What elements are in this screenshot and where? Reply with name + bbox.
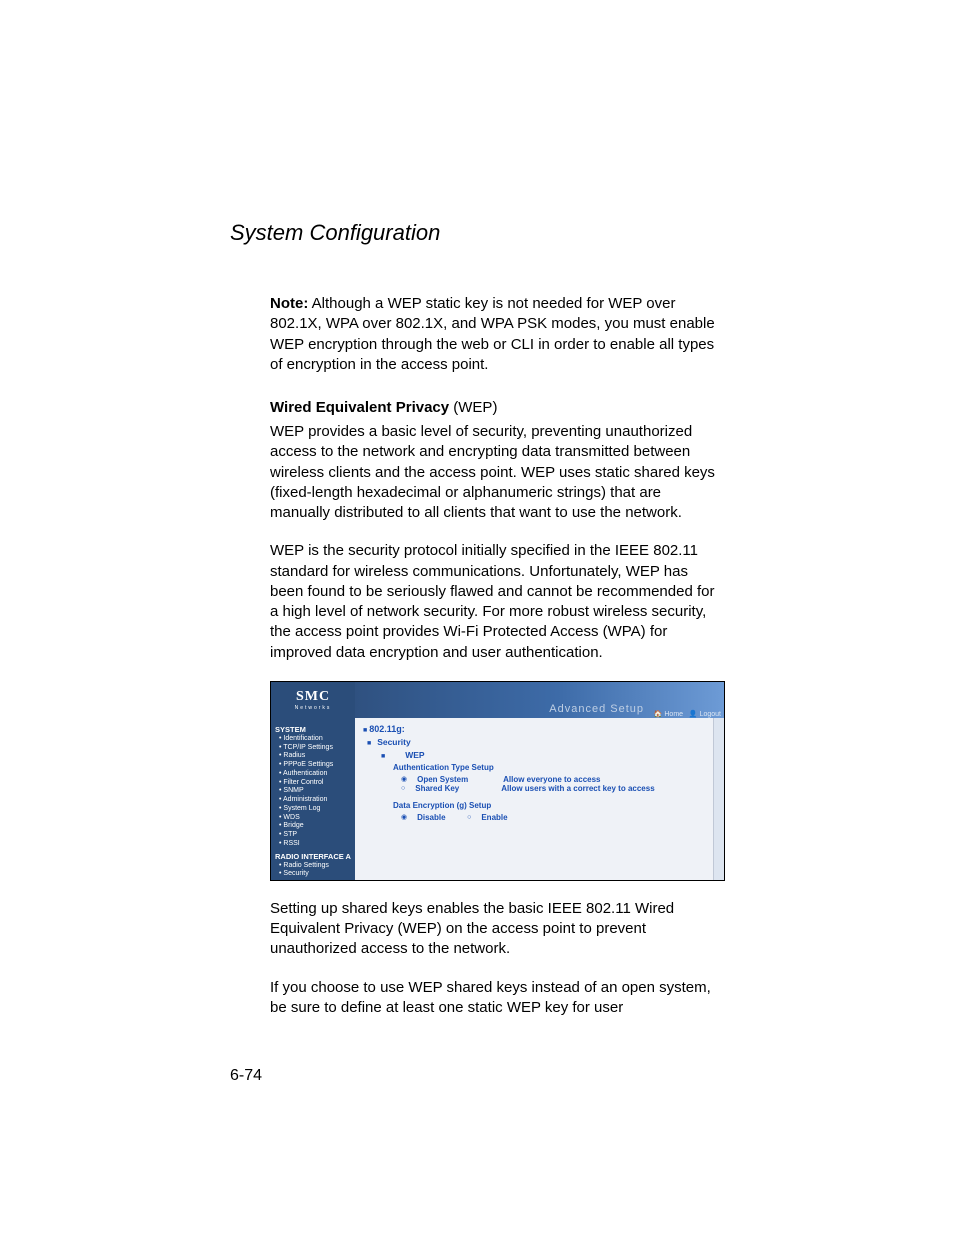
sidebar-item-rssi[interactable]: • RSSI: [279, 840, 355, 849]
router-header: SMC Networks Advanced Setup 🏠 Home 👤 Log…: [271, 682, 724, 718]
router-tabs: 🏠 Home 👤 Logout: [654, 710, 721, 718]
paragraph-1: WEP provides a basic level of security, …: [270, 422, 724, 523]
disable-label: Disable: [417, 813, 457, 822]
sidebar-item-wds[interactable]: • WDS: [279, 814, 355, 823]
logout-tab[interactable]: 👤 Logout: [689, 711, 721, 718]
logo-main: SMC: [296, 689, 330, 705]
sidebar-item-security[interactable]: • Security: [279, 870, 355, 879]
page-number: 6-74: [230, 1067, 262, 1085]
router-body: SYSTEM • Identification • TCP/IP Setting…: [271, 718, 724, 880]
shared-key-row: ○ Shared Key Allow users with a correct …: [401, 784, 716, 793]
data-encryption-hdr: Data Encryption (g) Setup: [393, 801, 716, 810]
shared-key-desc: Allow users with a correct key to access: [501, 784, 654, 793]
shared-key-radio[interactable]: ○: [401, 785, 405, 792]
router-main: ■ 802.11g: ■ Security ■ WEP Authenticati…: [355, 718, 724, 880]
shared-key-label: Shared Key: [415, 784, 491, 793]
sidebar-item-syslog[interactable]: • System Log: [279, 805, 355, 814]
open-system-label: Open System: [417, 775, 493, 784]
auth-type-hdr: Authentication Type Setup: [393, 763, 716, 772]
sidebar-item-filter[interactable]: • Filter Control: [279, 779, 355, 788]
sidebar-item-stp[interactable]: • STP: [279, 831, 355, 840]
enable-label: Enable: [481, 813, 557, 822]
logo-sub: Networks: [295, 705, 332, 711]
open-system-radio[interactable]: ◉: [401, 775, 407, 783]
router-screenshot: SMC Networks Advanced Setup 🏠 Home 👤 Log…: [270, 681, 725, 881]
router-logo: SMC Networks: [271, 682, 355, 718]
wep-heading-rest: (WEP): [449, 399, 497, 416]
note-label: Note:: [270, 295, 308, 312]
main-wep: WEP: [405, 750, 424, 760]
home-tab[interactable]: 🏠 Home: [654, 711, 683, 718]
sidebar-item-admin[interactable]: • Administration: [279, 796, 355, 805]
sidebar-item-bridge[interactable]: • Bridge: [279, 822, 355, 831]
main-security: Security: [377, 737, 411, 747]
sidebar-system-hdr: SYSTEM: [275, 725, 355, 734]
sidebar-item-pppoe[interactable]: • PPPoE Settings: [279, 761, 355, 770]
wep-heading: Wired Equivalent Privacy (WEP): [270, 399, 724, 416]
sidebar-radio-hdr: RADIO INTERFACE A: [275, 852, 355, 861]
router-banner: Advanced Setup 🏠 Home 👤 Logout: [355, 682, 724, 718]
enable-radio[interactable]: ○: [467, 814, 471, 821]
paragraph-4: If you choose to use WEP shared keys ins…: [270, 978, 724, 1019]
main-802: 802.11g:: [369, 724, 405, 734]
banner-title: Advanced Setup: [549, 703, 644, 715]
router-sidebar: SYSTEM • Identification • TCP/IP Setting…: [271, 718, 355, 880]
open-system-desc: Allow everyone to access: [503, 775, 600, 784]
enc-row: ◉ Disable ○ Enable: [401, 813, 716, 822]
section-title: System Configuration: [230, 220, 724, 246]
disable-radio[interactable]: ◉: [401, 813, 407, 821]
note-block: Note: Although a WEP static key is not n…: [270, 294, 724, 375]
wep-heading-strong: Wired Equivalent Privacy: [270, 399, 449, 416]
scrollbar[interactable]: [713, 718, 724, 880]
sidebar-item-radio-settings[interactable]: • Radio Settings: [279, 862, 355, 871]
paragraph-2: WEP is the security protocol initially s…: [270, 541, 724, 663]
sidebar-item-snmp[interactable]: • SNMP: [279, 787, 355, 796]
sidebar-item-auth[interactable]: • Authentication: [279, 770, 355, 779]
sidebar-item-tcpip[interactable]: • TCP/IP Settings: [279, 744, 355, 753]
open-system-row: ◉ Open System Allow everyone to access: [401, 775, 716, 784]
note-text: Although a WEP static key is not needed …: [270, 295, 715, 373]
document-page: System Configuration Note: Although a WE…: [0, 0, 954, 1235]
paragraph-3: Setting up shared keys enables the basic…: [270, 899, 724, 960]
sidebar-item-identification[interactable]: • Identification: [279, 735, 355, 744]
sidebar-item-radius[interactable]: • Radius: [279, 752, 355, 761]
